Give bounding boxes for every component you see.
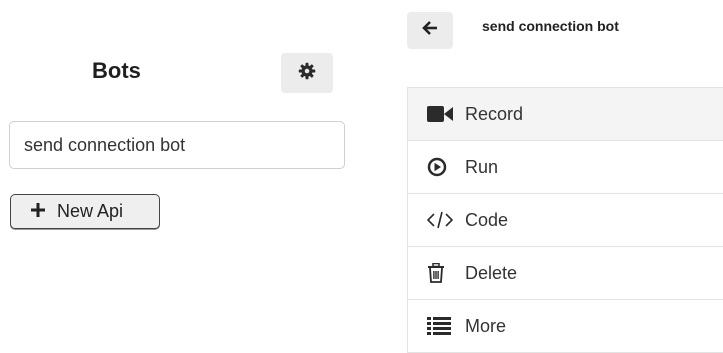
page-title: Bots [92,58,141,83]
trash-icon [427,263,453,283]
arrow-left-icon [422,20,438,41]
back-button[interactable] [407,12,453,49]
menu-item-label: Code [465,209,509,230]
menu-item-delete[interactable]: Delete [408,247,723,300]
menu-item-record[interactable]: Record [408,88,723,141]
bot-detail-panel: send connection bot Record Run Code Dele… [370,0,723,353]
new-api-label: New Api [57,201,124,221]
bots-panel: Bots send connection bot New Api [0,0,360,350]
list-icon [427,317,453,335]
menu-item-label: Run [465,156,499,177]
menu-item-code[interactable]: Code [408,194,723,247]
menu-item-label: More [465,315,507,336]
video-camera-icon [427,105,453,123]
plus-icon [31,201,45,222]
menu-item-run[interactable]: Run [408,141,723,194]
code-icon [427,211,453,229]
menu-item-more[interactable]: More [408,300,723,353]
menu-item-label: Delete [465,262,518,283]
new-api-button[interactable]: New Api [10,194,160,229]
bot-search-input[interactable] [9,121,345,169]
menu-item-label: Record [465,103,524,124]
gear-icon [298,62,316,85]
bot-name-title: send connection bot [482,18,619,34]
play-circle-icon [427,157,453,177]
settings-button[interactable] [281,53,333,93]
bot-actions-menu: Record Run Code Delete More [407,87,723,353]
